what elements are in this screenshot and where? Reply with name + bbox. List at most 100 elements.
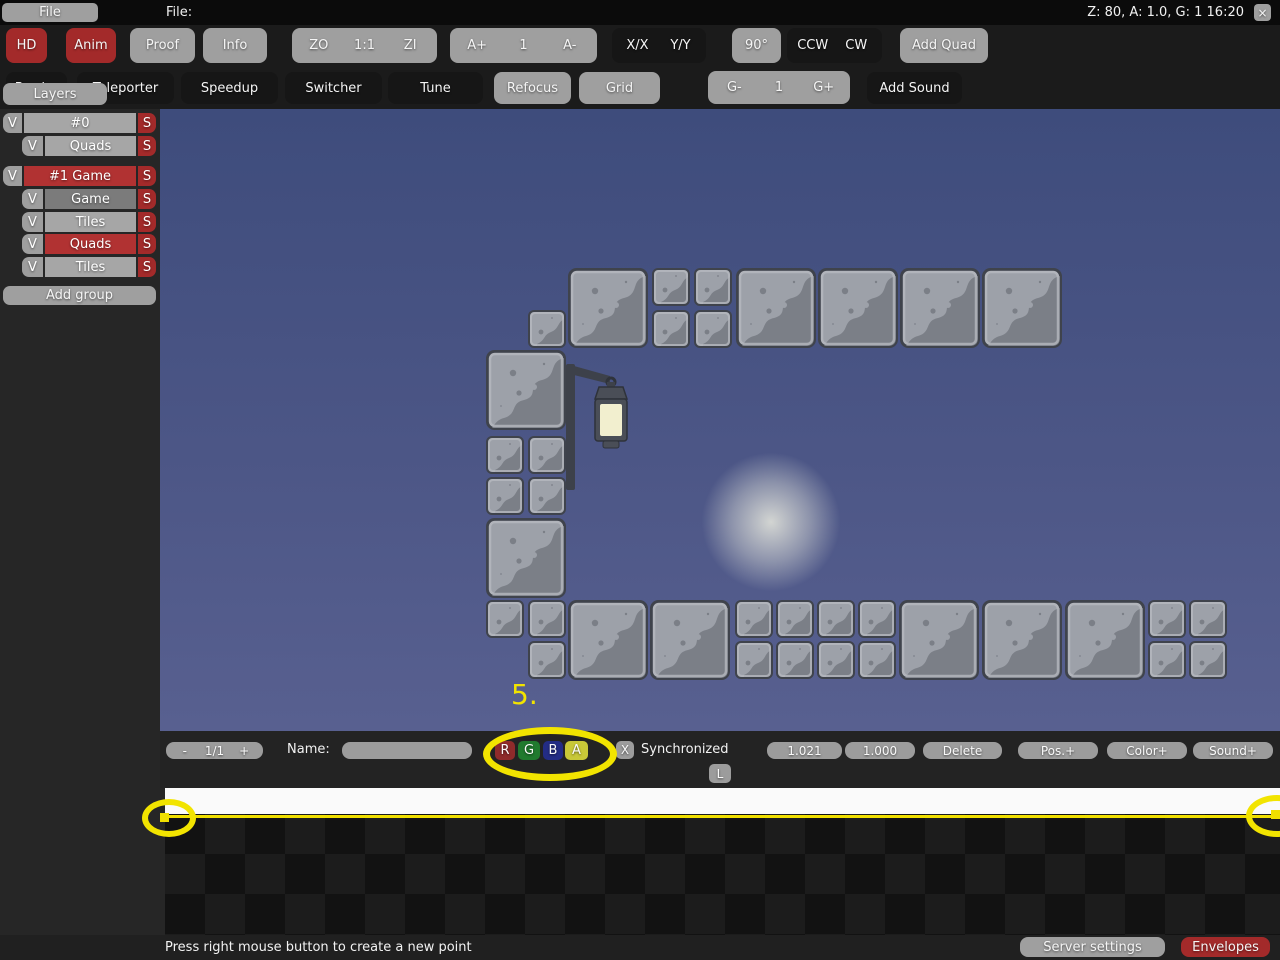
stone-tile-small — [1148, 600, 1186, 642]
server-settings-button[interactable]: Server settings — [1020, 937, 1165, 957]
envelope-point-right[interactable] — [1271, 810, 1280, 819]
layer-row-quads[interactable]: V Quads S — [22, 136, 156, 156]
layer-row--0[interactable]: V #0 S — [3, 113, 156, 133]
anim-speed-up-button[interactable]: A+ — [454, 38, 500, 53]
channel-b-button[interactable]: B — [543, 741, 563, 760]
grid-increase-button[interactable]: G+ — [801, 80, 846, 95]
lamp-glow — [701, 452, 841, 592]
delete-button[interactable]: Delete — [923, 742, 1002, 759]
visibility-toggle[interactable]: V — [22, 189, 43, 209]
anim-speed-down-button[interactable]: A- — [547, 38, 593, 53]
step-number-annotation: 5. — [511, 678, 538, 711]
switcher-button[interactable]: Switcher — [285, 72, 382, 104]
solo-toggle[interactable]: S — [138, 212, 156, 232]
stone-tile-large — [650, 600, 730, 684]
stone-tile-small — [1148, 641, 1186, 683]
stone-tile-small — [528, 600, 566, 642]
zoom-reset-button[interactable]: 1:1 — [342, 38, 388, 53]
toolbar: HD Anim Proof Info ZO 1:1 ZI A+ 1 A- X/X… — [0, 25, 1280, 109]
channel-a-button[interactable]: A — [565, 741, 588, 760]
layer-label[interactable]: Tiles — [45, 212, 136, 232]
visibility-toggle[interactable]: V — [22, 257, 43, 277]
envelope-point-left[interactable] — [160, 813, 169, 822]
zoom-out-button[interactable]: ZO — [296, 38, 342, 53]
stone-tile-small — [735, 641, 773, 683]
synchronized-label: Synchronized — [641, 742, 729, 757]
layer-label[interactable]: Game — [45, 189, 136, 209]
menu-bar: File File: Z: 80, A: 1.0, G: 1 16:20 × — [0, 0, 1280, 25]
add-quad-button[interactable]: Add Quad — [900, 28, 988, 63]
stone-tile-small — [1189, 641, 1227, 683]
layer-label[interactable]: Quads — [45, 234, 136, 254]
visibility-toggle[interactable]: V — [3, 113, 22, 133]
channel-g-button[interactable]: G — [518, 741, 540, 760]
channel-r-button[interactable]: R — [495, 741, 515, 760]
point-value-field[interactable]: 1.000 — [845, 742, 915, 759]
layer-label[interactable]: #1 Game — [24, 166, 136, 186]
color-plus-button[interactable]: Color+ — [1107, 742, 1187, 759]
solo-toggle[interactable]: S — [138, 166, 156, 186]
stone-tile-small — [486, 436, 524, 478]
solo-toggle[interactable]: S — [138, 136, 156, 156]
layers-header-button[interactable]: Layers — [3, 83, 107, 105]
tune-button[interactable]: Tune — [388, 72, 483, 104]
visibility-toggle[interactable]: V — [22, 136, 43, 156]
refocus-button[interactable]: Refocus — [494, 72, 571, 104]
flip-x-button[interactable]: X/X — [616, 38, 659, 53]
envelope-name-input[interactable] — [342, 742, 472, 759]
rotate-90-button[interactable]: 90° — [732, 28, 781, 63]
layer-row-tiles[interactable]: V Tiles S — [22, 212, 156, 232]
stone-tile-large — [818, 268, 898, 352]
rotate-cw-button[interactable]: CW — [835, 38, 879, 53]
visibility-toggle[interactable]: V — [3, 166, 22, 186]
solo-toggle[interactable]: S — [138, 234, 156, 254]
l-button[interactable]: L — [709, 764, 731, 783]
point-time-value[interactable]: 1.021 — [767, 742, 842, 759]
visibility-toggle[interactable]: V — [22, 212, 43, 232]
stone-tile-large — [899, 600, 979, 684]
visibility-toggle[interactable]: V — [22, 234, 43, 254]
map-canvas[interactable]: 5. — [160, 109, 1280, 731]
rotate-ccw-button[interactable]: CCW — [791, 38, 835, 53]
layer-row-tiles[interactable]: V Tiles S — [22, 257, 156, 277]
add-group-button[interactable]: Add group — [3, 286, 156, 305]
stone-tile-small — [858, 641, 896, 683]
layer-row-quads[interactable]: V Quads S — [22, 234, 156, 254]
envelope-graph-area[interactable] — [165, 814, 1280, 935]
grid-button[interactable]: Grid — [579, 72, 660, 104]
stone-tile-large — [1065, 600, 1145, 684]
envelope-next-button[interactable]: + — [229, 744, 259, 758]
stone-tile-large — [982, 268, 1062, 352]
stone-tile-small — [817, 641, 855, 683]
pos-plus-button[interactable]: Pos.+ — [1018, 742, 1098, 759]
envelope-prev-button[interactable]: - — [170, 744, 200, 758]
layer-label[interactable]: Tiles — [45, 257, 136, 277]
anim-speed-value[interactable]: 1 — [500, 38, 546, 53]
stone-tile-large — [982, 600, 1062, 684]
stone-tile-small — [776, 600, 814, 642]
speedup-button[interactable]: Speedup — [181, 72, 278, 104]
delete-point-x-button[interactable]: X — [616, 741, 634, 759]
layer-label[interactable]: Quads — [45, 136, 136, 156]
flip-y-button[interactable]: Y/Y — [659, 38, 702, 53]
solo-toggle[interactable]: S — [138, 189, 156, 209]
envelopes-button[interactable]: Envelopes — [1181, 937, 1270, 957]
envelope-value-band[interactable] — [165, 788, 1280, 814]
stone-tile-small — [528, 641, 566, 683]
grid-size-value[interactable]: 1 — [757, 80, 802, 95]
solo-toggle[interactable]: S — [138, 113, 156, 133]
layer-row-game[interactable]: V Game S — [22, 189, 156, 209]
sound-plus-button[interactable]: Sound+ — [1193, 742, 1273, 759]
zoom-in-button[interactable]: ZI — [387, 38, 433, 53]
info-button[interactable]: Info — [203, 28, 267, 63]
close-icon[interactable]: × — [1254, 4, 1271, 21]
name-label: Name: — [287, 742, 330, 757]
layer-label[interactable]: #0 — [24, 113, 136, 133]
solo-toggle[interactable]: S — [138, 257, 156, 277]
grid-decrease-button[interactable]: G- — [712, 80, 757, 95]
layer-row--1-game[interactable]: V #1 Game S — [3, 166, 156, 186]
stone-tile-small — [776, 641, 814, 683]
layers-panel: Layers V #0 S V Quads S V #1 Game S V Game S V Tiles S… — [0, 0, 160, 960]
add-sound-button[interactable]: Add Sound — [867, 72, 962, 104]
stone-tile-small — [486, 477, 524, 519]
